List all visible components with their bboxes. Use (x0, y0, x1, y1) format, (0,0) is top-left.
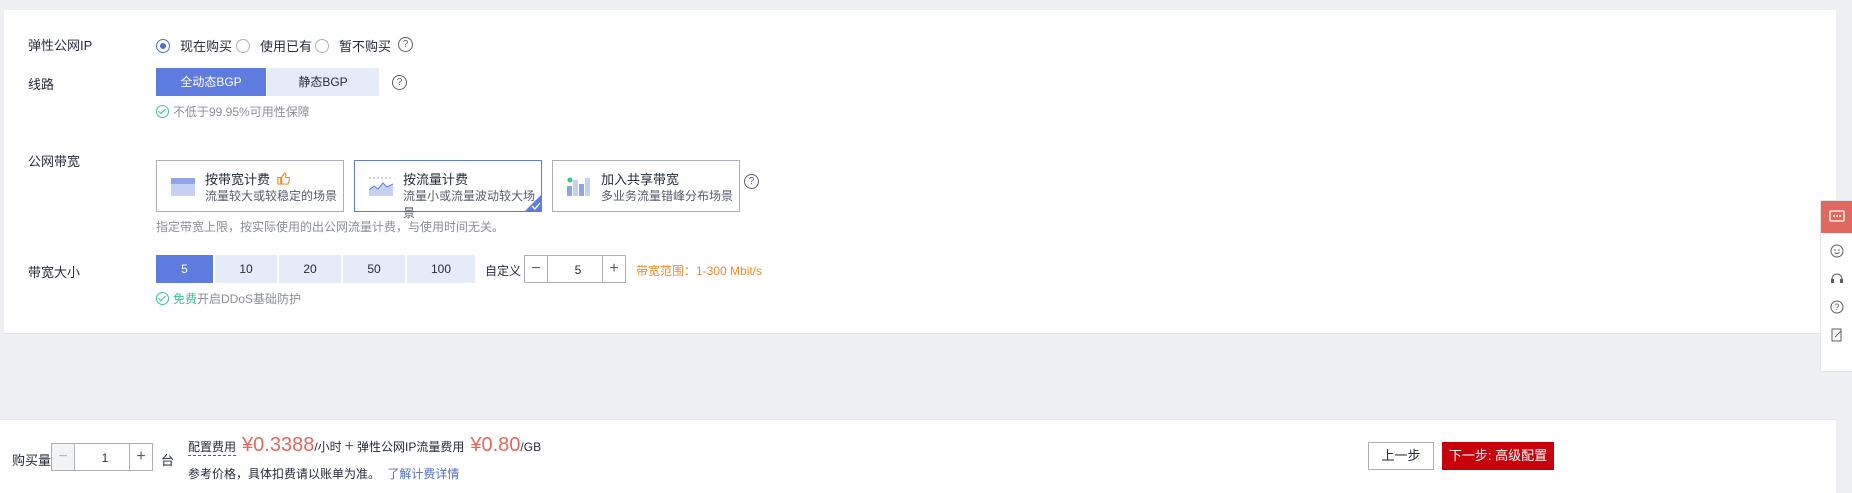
check-circle-icon (156, 292, 169, 305)
quantity-decrease-button[interactable]: − (52, 444, 75, 470)
eip-option-buy-now[interactable]: 现在购买 (156, 36, 232, 55)
eip-option-label: 现在购买 (180, 39, 233, 54)
selected-corner-check-icon (524, 194, 542, 212)
bandwidth-note: 指定带宽上限，按实际使用的出公网流量计费，与使用时间无关。 (156, 220, 505, 234)
bandwidth-card-subtitle: 流量较大或较稳定的场景 (205, 189, 338, 203)
billing-details-link[interactable]: 了解计费详情 (387, 467, 459, 481)
bandwidth-card-subtitle: 流量小或流量波动较大场景 (403, 189, 536, 220)
floating-tool-rail: ? (1820, 200, 1852, 372)
custom-size-label: 自定义 (485, 264, 522, 278)
ddos-text: 开启DDoS基础防护 (197, 292, 302, 306)
increase-button[interactable]: + (602, 256, 625, 282)
config-fee-label[interactable]: 配置费用 (188, 438, 237, 456)
line-availability-note: 不低于99.95%可用性保障 (156, 103, 310, 120)
eip-option-not-buy[interactable]: 暂不购买 (315, 36, 391, 55)
purchase-footer: 购买量 − + 台 配置费用 ¥0.3388 /小时 + 弹性公网IP流量费用 … (0, 419, 1836, 493)
size-option-10[interactable]: 10 (215, 255, 277, 283)
bandwidth-card-by-bandwidth[interactable]: 按带宽计费 流量较大或较稳定的场景 (156, 160, 344, 212)
shared-bandwidth-icon (567, 177, 590, 196)
custom-size-stepper: − + (524, 255, 626, 284)
size-option-20[interactable]: 20 (279, 255, 341, 283)
line-help-icon[interactable]: ? (392, 75, 407, 90)
price-summary: 配置费用 ¥0.3388 /小时 + 弹性公网IP流量费用 ¥0.80 /GB (188, 434, 541, 457)
bandwidth-card-subtitle: 多业务流量错峰分布场景 (601, 189, 734, 203)
config-price: ¥0.3388 (242, 434, 315, 456)
previous-step-button[interactable]: 上一步 (1368, 442, 1434, 470)
check-circle-icon (156, 105, 169, 118)
line-note-text: 不低于99.95%可用性保障 (173, 105, 310, 119)
eip-price-unit: /GB (520, 440, 542, 454)
eip-traffic-price: ¥0.80 (470, 434, 521, 456)
quantity-increase-button[interactable]: + (129, 444, 152, 470)
line-label: 线路 (28, 77, 55, 92)
config-price-unit: /小时 (314, 440, 342, 454)
bandwidth-card-title: 加入共享带宽 (601, 172, 680, 187)
size-option-5[interactable]: 5 (156, 255, 213, 283)
bandwidth-range-text: 带宽范围：1-300 Mbit/s (636, 264, 763, 278)
plus-sign: + (344, 438, 354, 455)
decrease-button[interactable]: − (525, 256, 548, 282)
bandwidth-card-title: 按流量计费 (403, 172, 469, 187)
size-option-50[interactable]: 50 (343, 255, 405, 283)
quantity-stepper: − + (51, 443, 153, 472)
edit-note-icon[interactable] (1821, 319, 1852, 351)
size-option-100[interactable]: 100 (407, 255, 475, 283)
bandwidth-help-icon[interactable]: ? (744, 174, 759, 189)
bandwidth-size-label: 带宽大小 (28, 265, 81, 280)
eip-option-label: 使用已有 (260, 39, 313, 54)
bandwidth-card-shared[interactable]: 加入共享带宽 多业务流量错峰分布场景 (552, 160, 740, 212)
bandwidth-label: 公网带宽 (28, 154, 81, 169)
eip-option-label: 暂不购买 (339, 39, 392, 54)
eip-label: 弹性公网IP (28, 38, 93, 53)
quantity-label: 购买量 (12, 453, 52, 468)
eip-help-icon[interactable]: ? (398, 37, 413, 52)
bandwidth-billing-icon (171, 178, 195, 196)
ddos-note: 免费 开启DDoS基础防护 (156, 290, 301, 307)
quantity-input[interactable] (75, 444, 135, 472)
bandwidth-card-title: 按带宽计费 (205, 169, 290, 188)
chat-icon[interactable] (1821, 201, 1852, 233)
line-option-static-bgp[interactable]: 静态BGP (267, 68, 379, 96)
eip-fee-label: 弹性公网IP流量费用 (357, 440, 465, 454)
radio-dot (315, 38, 329, 53)
custom-size-input[interactable] (548, 256, 608, 284)
svg-text:?: ? (1834, 302, 1839, 312)
price-reference-note: 参考价格，具体扣费请以账单为准。 了解计费详情 (188, 465, 459, 482)
radio-dot (236, 38, 250, 53)
radio-dot (156, 38, 170, 53)
eip-option-use-existing[interactable]: 使用已有 (236, 36, 312, 55)
bandwidth-card-by-traffic[interactable]: 按流量计费 流量小或流量波动较大场景 (354, 160, 542, 220)
next-step-button[interactable]: 下一步: 高级配置 (1442, 442, 1554, 470)
reference-text: 参考价格，具体扣费请以账单为准。 (188, 467, 381, 481)
thumbs-up-icon (277, 172, 290, 185)
line-option-dynamic-bgp[interactable]: 全动态BGP (156, 68, 266, 96)
traffic-billing-icon (369, 177, 393, 196)
ddos-free-text: 免费 (173, 292, 198, 306)
quantity-unit: 台 (161, 453, 175, 468)
